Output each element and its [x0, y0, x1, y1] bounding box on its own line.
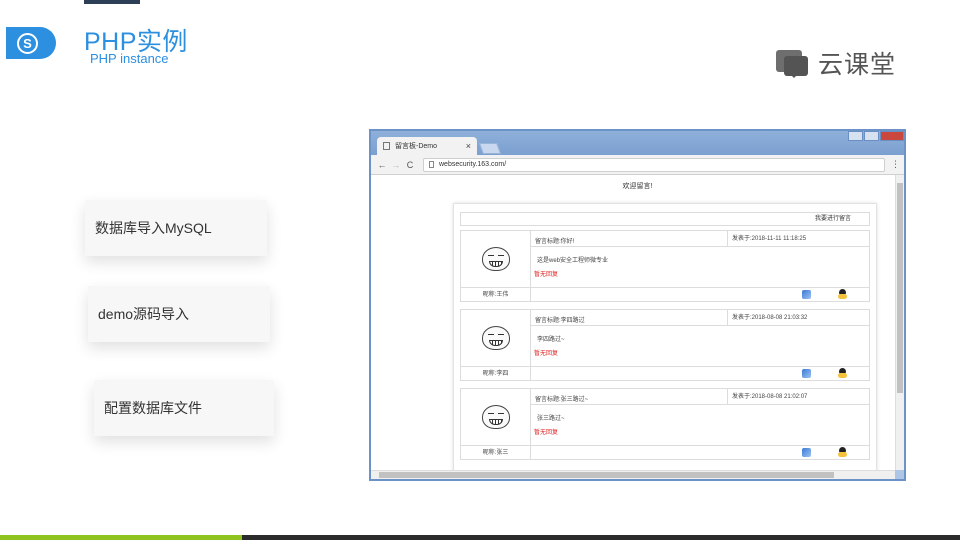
slide-subtitle: PHP instance [90, 51, 169, 66]
brand-logo: 云课堂 [776, 46, 896, 80]
message-board: 我要进行留言 留言标题:你好! 发表于:2018-11-11 11:18:25 … [453, 203, 877, 470]
s-logo-icon: S [17, 33, 38, 54]
horizontal-scrollbar[interactable] [371, 470, 895, 479]
troll-face-avatar-icon [481, 326, 510, 350]
window-close-button[interactable] [880, 131, 904, 141]
page-icon [383, 142, 390, 150]
forward-icon[interactable]: → [389, 160, 403, 170]
troll-face-avatar-icon [481, 247, 510, 271]
message-footer: 昵称:王伟 [461, 287, 869, 302]
browser-tab[interactable]: 留言板-Demo × [377, 137, 477, 155]
chat-bubble-icon [776, 48, 810, 78]
browser-window: 留言板-Demo × ← → C websecurity.163.com/ ⋮ … [369, 129, 906, 481]
message-header: 留言标题:你好! 发表于:2018-11-11 11:18:25 [531, 231, 869, 247]
message-reply: 暂无回复 [534, 351, 559, 357]
reply-icon[interactable] [802, 369, 811, 378]
message-header: 留言标题:张三路过~ 发表于:2018-08-08 21:02:07 [531, 389, 869, 405]
message-nickname: 昵称:张三 [461, 446, 531, 460]
qq-penguin-icon[interactable] [838, 368, 847, 379]
maximize-button[interactable] [864, 131, 879, 141]
avatar-cell [461, 389, 531, 445]
step-card-import-demo: demo源码导入 [88, 286, 270, 342]
message-time: 发表于:2018-08-08 21:02:07 [727, 389, 807, 405]
message-nickname: 昵称:王伟 [461, 288, 531, 302]
scroll-thumb[interactable] [897, 183, 903, 393]
message-subject: 留言标题:李四路过 [535, 318, 585, 324]
message-item: 留言标题:张三路过~ 发表于:2018-08-08 21:02:07 张三路过~… [460, 388, 870, 460]
troll-face-avatar-icon [481, 405, 510, 429]
vertical-scrollbar[interactable] [895, 175, 904, 470]
menu-icon[interactable]: ⋮ [891, 159, 900, 170]
message-item: 留言标题:李四路过 发表于:2018-08-08 21:03:32 李四路过~ … [460, 309, 870, 381]
avatar-cell [461, 231, 531, 287]
message-item: 留言标题:你好! 发表于:2018-11-11 11:18:25 这是web安全… [460, 230, 870, 302]
address-text: websecurity.163.com/ [439, 161, 507, 168]
message-content: 李四路过~ [537, 337, 565, 343]
qq-penguin-icon[interactable] [838, 289, 847, 300]
minimize-button[interactable] [848, 131, 863, 141]
step-card-config-db: 配置数据库文件 [94, 380, 274, 436]
bottom-bar [0, 535, 960, 540]
message-nickname: 昵称:李四 [461, 367, 531, 381]
message-time: 发表于:2018-11-11 11:18:25 [727, 231, 806, 247]
bottom-progress-bar [0, 535, 242, 540]
back-icon[interactable]: ← [375, 160, 389, 170]
message-reply: 暂无回复 [534, 430, 559, 436]
reply-icon[interactable] [802, 290, 811, 299]
post-message-link[interactable]: 我要进行留言 [815, 216, 851, 222]
avatar-cell [461, 310, 531, 366]
reply-icon[interactable] [802, 448, 811, 457]
message-subject: 留言标题:你好! [535, 239, 575, 245]
address-bar[interactable]: websecurity.163.com/ [423, 157, 885, 172]
message-header: 留言标题:李四路过 发表于:2018-08-08 21:03:32 [531, 310, 869, 326]
message-content: 这是web安全工程师微专业 [537, 258, 609, 264]
scroll-thumb[interactable] [379, 472, 834, 478]
tab-title: 留言板-Demo [395, 143, 438, 150]
logo-badge: S [6, 27, 56, 59]
browser-toolbar: ← → C websecurity.163.com/ ⋮ [371, 155, 904, 175]
qq-penguin-icon[interactable] [838, 447, 847, 458]
step-card-import-mysql: 数据库导入MySQL [85, 200, 267, 256]
window-controls [847, 131, 904, 141]
page-heading: 欢迎留言! [622, 183, 653, 190]
close-icon[interactable]: × [466, 141, 471, 151]
message-content: 张三路过~ [537, 416, 565, 422]
top-accent-line [84, 0, 140, 4]
page-info-icon [429, 161, 434, 168]
post-message-row: 我要进行留言 [460, 212, 870, 226]
reload-icon[interactable]: C [403, 160, 417, 170]
message-footer: 昵称:李四 [461, 366, 869, 381]
new-tab-button[interactable] [478, 143, 502, 154]
message-reply: 暂无回复 [534, 272, 559, 278]
page-viewport: 欢迎留言! 我要进行留言 留言标题:你好! 发表于:2018-11-11 11:… [371, 175, 904, 470]
message-subject: 留言标题:张三路过~ [535, 397, 589, 403]
brand-name: 云课堂 [818, 51, 897, 79]
message-time: 发表于:2018-08-08 21:03:32 [727, 310, 807, 326]
message-footer: 昵称:张三 [461, 445, 869, 460]
tab-strip: 留言板-Demo × [371, 131, 904, 155]
